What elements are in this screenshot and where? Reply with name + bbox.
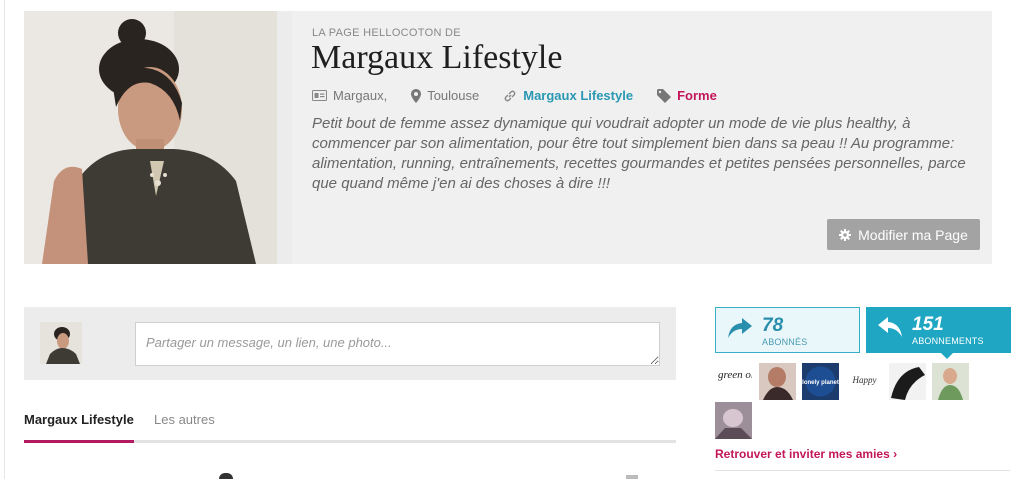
meta-city: Toulouse — [411, 88, 479, 103]
id-card-icon — [312, 90, 327, 101]
tag-icon — [657, 88, 672, 103]
follower-thumb-text: Happy — [852, 375, 877, 385]
meta-city-text: Toulouse — [427, 88, 480, 103]
feed-item-menu-icon[interactable] — [626, 475, 638, 479]
follower-thumb[interactable]: lonely planet — [802, 363, 839, 400]
follower-thumb[interactable]: green ola — [715, 363, 752, 400]
meta-name: Margaux, — [312, 88, 387, 103]
category-tag-link[interactable]: Forme — [677, 88, 717, 103]
followers-count: 78 — [762, 315, 784, 336]
follower-thumb[interactable] — [889, 363, 926, 400]
following-count: 151 — [912, 314, 944, 335]
gear-icon — [839, 228, 852, 241]
follower-thumb-text: lonely planet — [802, 380, 839, 386]
feed-item-avatar — [219, 473, 233, 479]
share-arrow-icon — [728, 318, 752, 338]
reply-arrow-icon — [878, 317, 902, 337]
invite-friends-link[interactable]: Retrouver et inviter mes amies › — [715, 447, 897, 461]
meta-blog[interactable]: Margaux Lifestyle — [503, 88, 633, 103]
page-left-border — [4, 0, 5, 479]
follower-thumb-text: green ola — [718, 369, 752, 381]
sidebar-divider — [715, 470, 1010, 471]
active-stat-pointer — [941, 353, 953, 359]
page-title: Margaux Lifestyle — [311, 39, 563, 76]
follower-thumb[interactable]: Happy — [846, 363, 883, 400]
follower-thumb[interactable] — [932, 363, 969, 400]
blog-link[interactable]: Margaux Lifestyle — [523, 88, 633, 103]
profile-meta: Margaux, Toulouse Margaux Lifestyle Form… — [312, 88, 741, 103]
follower-thumb[interactable] — [759, 363, 796, 400]
profile-info: LA PAGE HELLOCOTON DE Margaux Lifestyle … — [292, 11, 992, 264]
message-input[interactable] — [135, 322, 660, 366]
meta-tag[interactable]: Forme — [657, 88, 717, 103]
location-pin-icon — [411, 88, 422, 103]
tab-margaux-lifestyle[interactable]: Margaux Lifestyle — [24, 411, 134, 440]
profile-photo[interactable] — [24, 11, 277, 264]
profile-header: LA PAGE HELLOCOTON DE Margaux Lifestyle … — [24, 11, 992, 264]
edit-page-button[interactable]: Modifier ma Page — [827, 219, 980, 250]
followers-label: ABONNÉS — [762, 337, 808, 347]
active-tab-indicator — [24, 440, 134, 443]
followers-stat[interactable]: 78 ABONNÉS — [715, 307, 860, 353]
follower-thumb[interactable] — [715, 402, 752, 439]
avatar[interactable] — [40, 322, 82, 364]
link-icon — [504, 90, 516, 101]
profile-description: Petit bout de femme assez dynamique qui … — [312, 115, 966, 192]
message-composer — [24, 307, 676, 380]
following-stat[interactable]: 151 ABONNEMENTS — [866, 307, 1011, 353]
meta-name-text: Margaux, — [333, 88, 388, 103]
edit-page-label: Modifier ma Page — [858, 226, 968, 243]
followers-grid: green ola lonely planet Happy — [715, 363, 995, 439]
following-label: ABONNEMENTS — [912, 336, 984, 346]
tab-les-autres[interactable]: Les autres — [154, 411, 215, 440]
page-kicker: LA PAGE HELLOCOTON DE — [312, 27, 461, 39]
feed-tabs: Margaux Lifestyle Les autres — [24, 411, 676, 443]
